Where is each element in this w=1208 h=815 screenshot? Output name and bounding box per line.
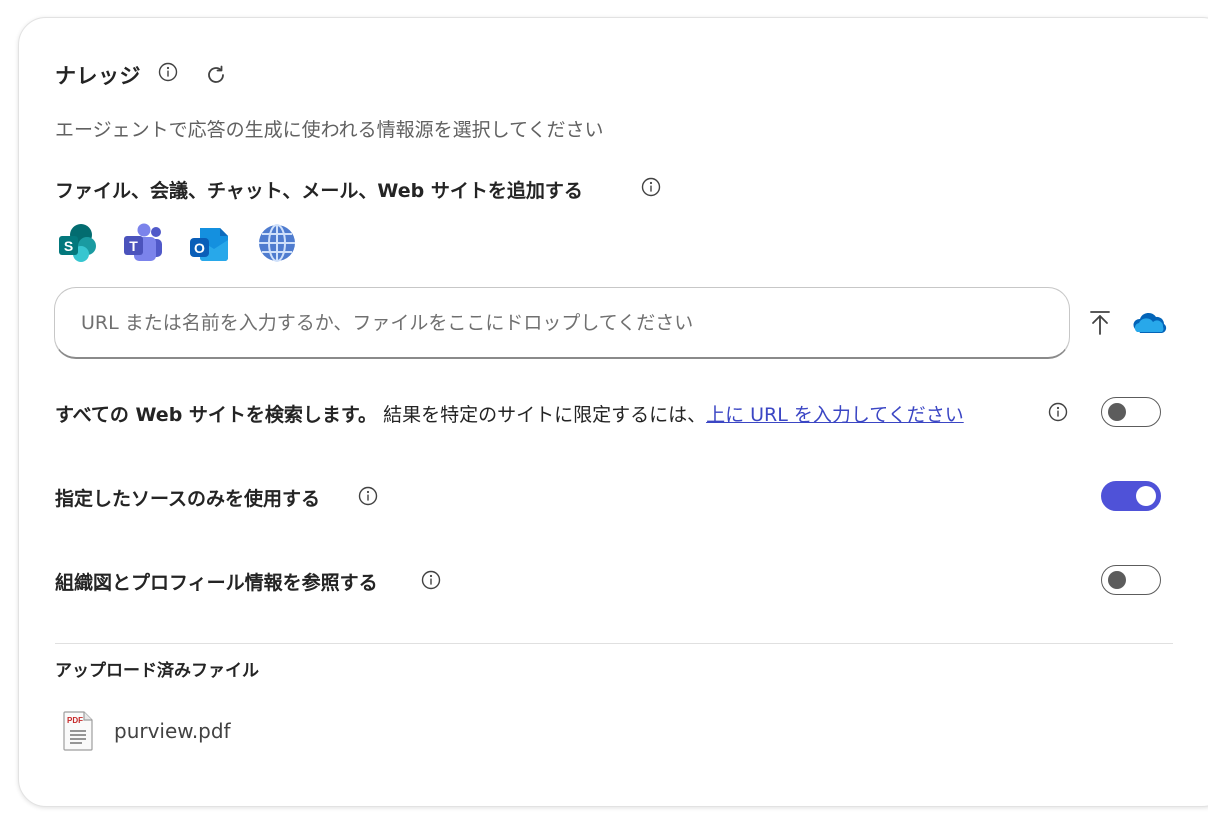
uploaded-files-title: アップロード済みファイル	[55, 661, 259, 681]
svg-text:S: S	[64, 238, 73, 254]
upload-icon[interactable]	[1088, 310, 1112, 336]
enter-url-link[interactable]: 上に URL を入力してください	[706, 404, 964, 426]
toggle-knob	[1136, 486, 1156, 506]
uploaded-file-item[interactable]: PDF	[62, 711, 94, 751]
svg-text:O: O	[194, 240, 205, 256]
info-icon[interactable]	[158, 62, 178, 82]
url-search-input[interactable]	[79, 288, 1043, 358]
teams-icon[interactable]: T	[122, 222, 164, 264]
info-icon[interactable]	[1048, 402, 1068, 422]
web-search-toggle[interactable]	[1101, 397, 1161, 427]
page-subtitle: エージェントで応答の生成に使われる情報源を選択してください	[55, 119, 604, 141]
outlook-icon[interactable]: O	[188, 222, 230, 264]
sharepoint-icon[interactable]: S	[57, 222, 99, 264]
url-input-box[interactable]	[54, 287, 1070, 359]
web-search-row-text: すべての Web サイトを検索します。 結果を特定のサイトに限定するには、上に …	[55, 400, 964, 427]
file-name[interactable]: purview.pdf	[114, 719, 231, 743]
page-title: ナレッジ	[55, 64, 141, 88]
web-search-description: 結果を特定のサイトに限定するには、	[383, 404, 707, 426]
divider	[55, 643, 1173, 644]
toggle-knob	[1108, 571, 1126, 589]
info-icon[interactable]	[358, 486, 378, 506]
web-search-label: すべての Web サイトを検索します。	[55, 404, 378, 426]
onedrive-icon[interactable]	[1131, 310, 1167, 336]
info-icon[interactable]	[421, 570, 441, 590]
pdf-badge: PDF	[67, 716, 83, 725]
only-specified-label: 指定したソースのみを使用する	[55, 488, 321, 510]
svg-text:T: T	[129, 238, 138, 254]
add-sources-title: ファイル、会議、チャット、メール、Web サイトを追加する	[55, 180, 583, 202]
org-chart-label: 組織図とプロフィール情報を参照する	[55, 572, 378, 594]
toggle-knob	[1108, 403, 1126, 421]
refresh-icon[interactable]	[204, 63, 228, 87]
org-chart-toggle[interactable]	[1101, 565, 1161, 595]
web-globe-icon[interactable]	[256, 222, 298, 264]
info-icon[interactable]	[641, 177, 661, 197]
only-specified-toggle[interactable]	[1101, 481, 1161, 511]
